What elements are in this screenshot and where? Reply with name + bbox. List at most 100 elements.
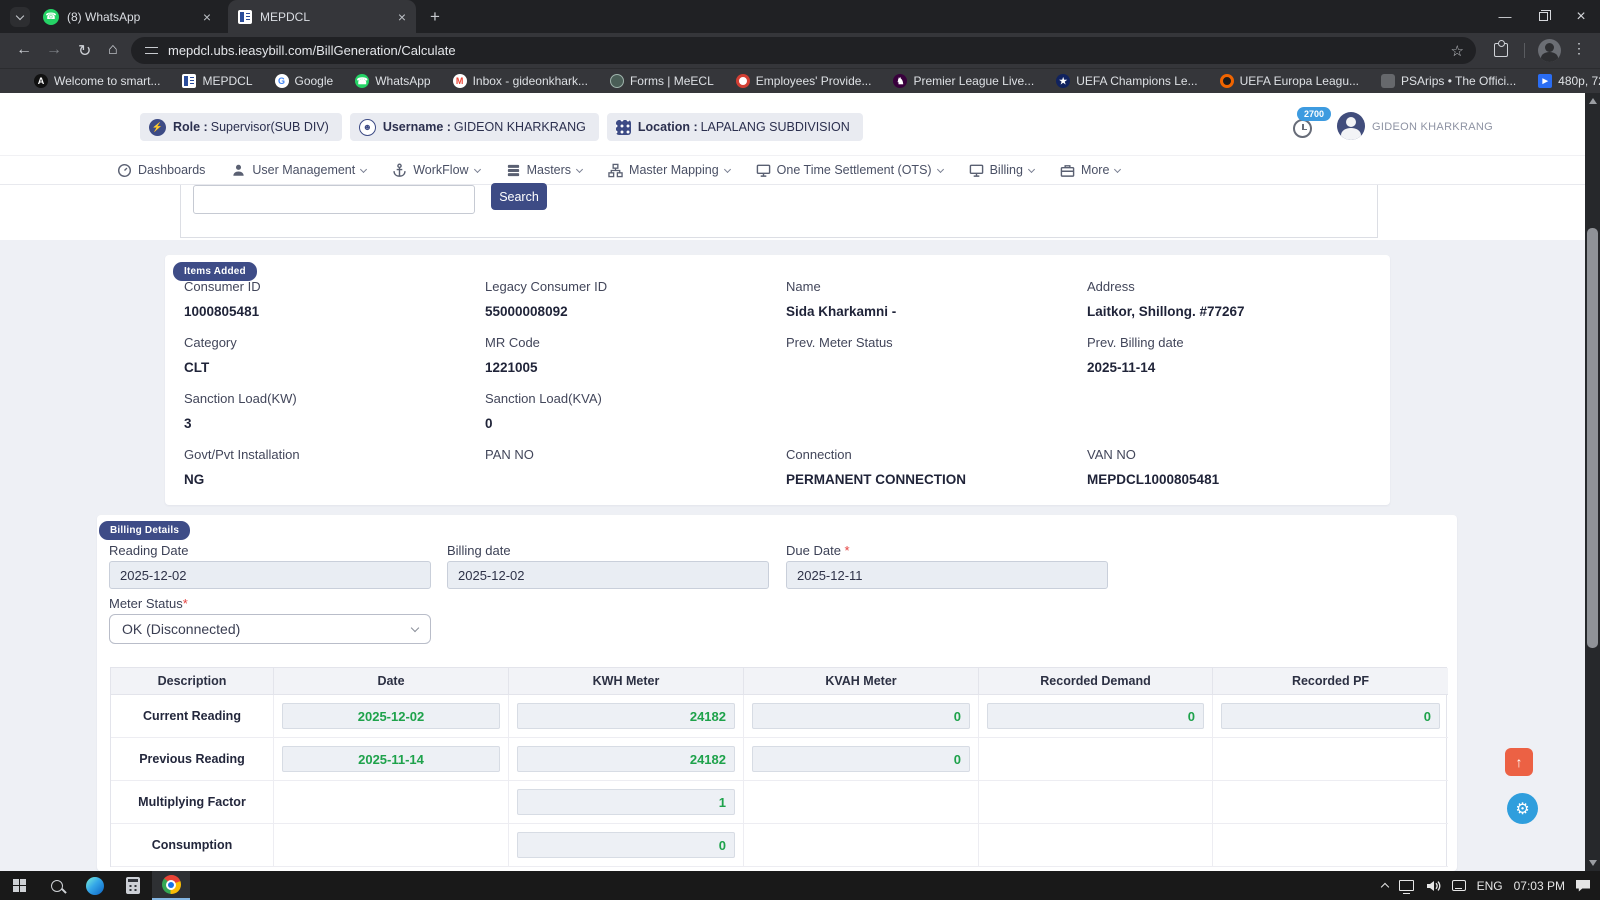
tab-title: (8) WhatsApp — [67, 10, 140, 24]
bookmark-item[interactable]: GGoogle — [275, 74, 334, 88]
col-header: Recorded PF — [1213, 668, 1448, 695]
taskbar-chrome-button[interactable] — [152, 871, 190, 900]
nav-workflow[interactable]: WorkFlow — [392, 163, 479, 178]
nav-billing[interactable]: Billing — [969, 163, 1034, 178]
bookmark-item[interactable]: ★UEFA Champions Le... — [1056, 74, 1197, 88]
clock-time[interactable]: 07:03 PM — [1514, 879, 1565, 893]
bookmark-item[interactable]: ▶480p, 720p, & 1080... — [1538, 74, 1600, 88]
current-demand-input[interactable] — [987, 703, 1204, 729]
address-bar[interactable]: mepdcl.ubs.ieasybill.com/BillGeneration/… — [131, 37, 1476, 64]
table-cell — [509, 738, 744, 781]
due-date-input[interactable] — [786, 561, 1108, 589]
nav-user-management[interactable]: User Management — [231, 163, 366, 178]
close-tab-icon[interactable]: × — [203, 10, 211, 24]
current-kwh-input[interactable] — [517, 703, 735, 729]
taskbar-search-button[interactable] — [38, 871, 76, 900]
speaker-icon[interactable] — [1425, 879, 1441, 893]
consumer-field: ConnectionPERMANENT CONNECTION — [786, 447, 1087, 503]
page-content: ⚡ Role :Supervisor(SUB DIV) ☻ Username :… — [0, 93, 1600, 871]
nav-ots[interactable]: One Time Settlement (OTS) — [756, 163, 943, 178]
profile-name[interactable]: GIDEON KHARKRANG — [1372, 121, 1493, 133]
page-scrollbar[interactable] — [1585, 93, 1600, 871]
ucl-icon: ★ — [1056, 74, 1070, 88]
minimize-button[interactable]: — — [1486, 9, 1524, 24]
tab-search-chevron-button[interactable] — [10, 7, 30, 27]
row-label: Previous Reading — [111, 738, 274, 781]
previous-reading-date-input[interactable] — [282, 746, 500, 772]
forward-button[interactable]: → — [46, 41, 62, 59]
restore-icon — [1539, 12, 1548, 21]
role-icon: ⚡ — [149, 119, 166, 136]
nav-master-mapping[interactable]: Master Mapping — [608, 163, 730, 178]
bookmark-item[interactable]: ♞Premier League Live... — [893, 74, 1034, 88]
items-added-card: Items Added Consumer ID1000805481 Legacy… — [165, 255, 1390, 505]
extensions-icon[interactable] — [1494, 43, 1508, 57]
site-info-icon[interactable] — [145, 46, 158, 56]
clock-icon[interactable] — [1293, 119, 1312, 138]
scrollbar-up-arrow[interactable] — [1589, 98, 1597, 104]
table-cell — [1213, 824, 1448, 867]
scroll-to-top-button[interactable]: ↑ — [1505, 748, 1533, 776]
multiplying-factor-input[interactable] — [517, 789, 735, 815]
home-button[interactable]: ⌂ — [108, 41, 118, 59]
close-tab-icon[interactable]: × — [398, 10, 406, 24]
search-button[interactable]: Search — [491, 183, 547, 210]
hidden-icons-chevron[interactable] — [1380, 883, 1388, 891]
consumption-input[interactable] — [517, 832, 735, 858]
table-cell — [979, 738, 1213, 781]
current-reading-date-input[interactable] — [282, 703, 500, 729]
consumer-field: Prev. Meter Status — [786, 335, 1087, 391]
browser-menu-icon[interactable]: ⋮ — [1572, 40, 1586, 57]
nav-more[interactable]: More — [1060, 163, 1120, 178]
restore-button[interactable] — [1524, 9, 1562, 24]
bookmark-item[interactable]: MInbox - gideonkhark... — [453, 74, 588, 88]
user-avatar[interactable] — [1337, 112, 1365, 140]
role-badge: ⚡ Role :Supervisor(SUB DIV) — [140, 113, 342, 141]
nav-dashboards[interactable]: Dashboards — [117, 163, 205, 178]
billing-date-input[interactable] — [447, 561, 769, 589]
scrollbar-down-arrow[interactable] — [1589, 860, 1597, 866]
new-tab-button[interactable]: + — [424, 6, 446, 28]
bookmark-item[interactable]: Forms | MeECL — [610, 74, 714, 88]
meter-status-label: Meter Status* — [109, 596, 188, 611]
reading-date-input[interactable] — [109, 561, 431, 589]
current-kvah-input[interactable] — [752, 703, 970, 729]
browser-toolbar: ← → ↻ ⌂ mepdcl.ubs.ieasybill.com/BillGen… — [0, 33, 1600, 68]
bookmark-item[interactable]: ☎WhatsApp — [355, 74, 430, 88]
settings-fab[interactable]: ⚙ — [1507, 793, 1538, 824]
browser-profile-avatar[interactable] — [1538, 39, 1561, 62]
table-cell — [274, 824, 509, 867]
scrollbar-thumb[interactable] — [1587, 228, 1598, 648]
bookmark-item[interactable]: MEPDCL — [182, 74, 252, 88]
bookmark-star-icon[interactable]: ☆ — [1451, 42, 1464, 60]
back-button[interactable]: ← — [16, 41, 32, 59]
building-icon — [616, 120, 631, 135]
taskbar-calculator-button[interactable] — [114, 871, 152, 900]
tab-whatsapp[interactable]: ☎ (8) WhatsApp × — [33, 0, 221, 33]
tab-mepdcl[interactable]: MEPDCL × — [228, 0, 416, 33]
meter-status-select[interactable]: OK (Disconnected) — [109, 614, 431, 644]
app-header: ⚡ Role :Supervisor(SUB DIV) ☻ Username :… — [0, 93, 1600, 155]
bookmark-item[interactable]: UEFA Europa Leagu... — [1220, 74, 1359, 88]
consumer-field: Consumer ID1000805481 — [184, 279, 485, 335]
reload-button[interactable]: ↻ — [78, 41, 91, 61]
network-icon[interactable] — [1399, 880, 1414, 891]
consumer-field: Legacy Consumer ID55000008092 — [485, 279, 786, 335]
taskbar-edge-button[interactable] — [76, 871, 114, 900]
consumer-search-input[interactable] — [193, 185, 475, 214]
bookmark-item[interactable]: PSArips • The Offici... — [1381, 74, 1516, 88]
bookmark-item[interactable]: Employees' Provide... — [736, 74, 872, 88]
previous-kvah-input[interactable] — [752, 746, 970, 772]
google-icon: G — [275, 74, 289, 88]
col-header: Description — [111, 668, 274, 695]
close-window-button[interactable]: × — [1562, 8, 1600, 26]
start-button[interactable] — [0, 871, 38, 900]
nav-masters[interactable]: Masters — [506, 163, 582, 178]
touch-keyboard-icon[interactable] — [1452, 880, 1466, 891]
consumer-field: AddressLaitkor, Shillong. #77267 — [1087, 279, 1380, 335]
previous-kwh-input[interactable] — [517, 746, 735, 772]
action-center-icon[interactable] — [1576, 880, 1590, 892]
language-indicator[interactable]: ENG — [1477, 879, 1503, 893]
bookmark-item[interactable]: AWelcome to smart... — [34, 74, 160, 88]
current-pf-input[interactable] — [1221, 703, 1440, 729]
